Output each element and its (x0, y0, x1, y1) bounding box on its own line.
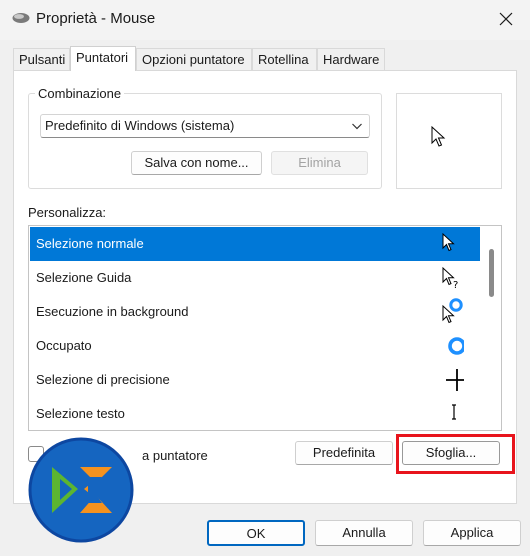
tab-label: Opzioni puntatore (142, 52, 245, 67)
scheme-select-value: Predefinito di Windows (sistema) (45, 118, 235, 133)
save-as-button[interactable]: Salva con nome... (131, 151, 262, 175)
tab-hardware[interactable]: Hardware (317, 48, 385, 70)
default-button[interactable]: Predefinita (295, 441, 393, 465)
scheme-select[interactable]: Predefinito di Windows (sistema) (40, 114, 370, 138)
list-item-label: Esecuzione in background (36, 304, 189, 319)
list-item-label: Selezione testo (36, 406, 125, 421)
working-in-background-cursor-icon (442, 298, 463, 324)
browse-highlight-box (396, 434, 515, 474)
list-item-label: Selezione Guida (36, 270, 132, 285)
scheme-group-label: Combinazione (35, 86, 125, 101)
tab-label: Puntatori (76, 50, 129, 65)
arrow-cursor-icon (442, 232, 455, 252)
cursor-list[interactable]: Selezione normale Selezione Guida ? Esec… (28, 225, 502, 431)
list-item[interactable]: Selezione testo (30, 397, 480, 430)
delete-button[interactable]: Elimina (271, 151, 368, 175)
tab-label: Pulsanti (19, 52, 66, 67)
close-button[interactable] (488, 4, 524, 34)
tab-pulsanti[interactable]: Pulsanti (13, 48, 70, 70)
help-cursor-icon: ? (442, 266, 458, 291)
pointer-shadow-label: a puntatore (142, 448, 208, 463)
list-item[interactable]: Selezione di precisione (30, 363, 480, 397)
cursor-preview (396, 93, 502, 189)
tab-label: Hardware (323, 52, 380, 67)
ok-button[interactable]: OK (207, 520, 305, 546)
mouse-icon (12, 13, 30, 23)
close-icon (499, 12, 513, 26)
chevron-down-icon (352, 123, 362, 130)
customize-label: Personalizza: (28, 205, 107, 220)
cancel-button[interactable]: Annulla (315, 520, 413, 546)
precision-cursor-icon (446, 369, 464, 391)
tab-rotellina[interactable]: Rotellina (252, 48, 317, 70)
list-item-label: Selezione di precisione (36, 372, 170, 387)
apply-button[interactable]: Applica (423, 520, 521, 546)
arrow-cursor-icon (431, 126, 446, 147)
list-item[interactable]: Esecuzione in background (30, 295, 480, 329)
busy-cursor-icon (448, 337, 464, 355)
list-item-label: Selezione normale (36, 236, 144, 251)
window-title: Proprietà - Mouse (36, 10, 156, 27)
text-cursor-icon (452, 404, 456, 420)
list-item[interactable]: Selezione Guida ? (30, 261, 480, 295)
list-item[interactable]: Occupato (30, 329, 480, 363)
svg-text:?: ? (453, 280, 458, 291)
logo-icon (28, 437, 134, 543)
tab-label: Rotellina (258, 52, 309, 67)
tab-opzioni-puntatore[interactable]: Opzioni puntatore (136, 48, 252, 70)
scrollbar-thumb[interactable] (489, 249, 494, 297)
list-item-label: Occupato (36, 338, 92, 353)
title-bar: Proprietà - Mouse (0, 0, 530, 40)
list-scrollbar[interactable] (481, 227, 501, 429)
tab-puntatori[interactable]: Puntatori (70, 46, 136, 71)
list-item[interactable]: Selezione normale (30, 227, 480, 261)
